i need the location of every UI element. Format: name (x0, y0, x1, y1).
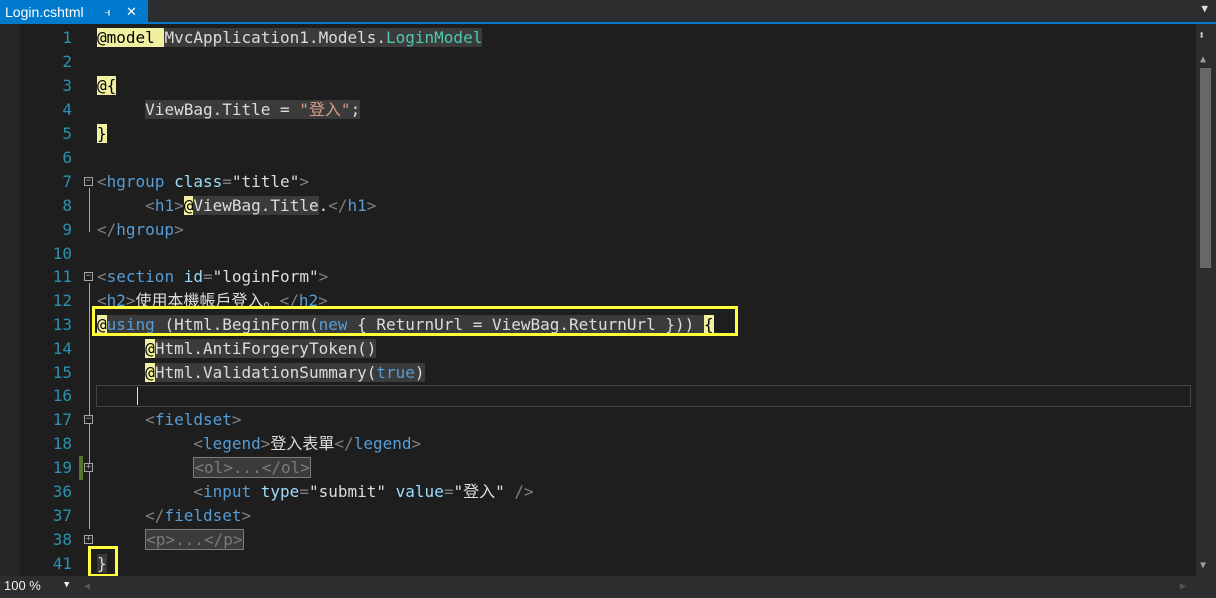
zoom-dropdown-icon[interactable]: ▼ (64, 580, 69, 590)
line-number: 3 (62, 76, 72, 95)
collapsed-region-ol[interactable]: <ol>...</ol> (193, 457, 311, 478)
line-number: 11 (52, 267, 72, 286)
pin-icon[interactable]: ⫣ (104, 0, 111, 24)
code-line-15[interactable]: @Html.ValidationSummary(true) (97, 361, 425, 385)
code-line-18[interactable]: <legend>登入表單</legend> (97, 432, 421, 456)
line-number: 18 (52, 434, 72, 453)
line-number: 13 (52, 315, 72, 334)
expand-icon[interactable]: + (84, 535, 93, 544)
code-line-19[interactable]: <ol>...</ol> (97, 456, 311, 480)
current-line-highlight (96, 385, 1191, 407)
code-line-37[interactable]: </fieldset> (97, 504, 251, 528)
line-number: 5 (62, 124, 72, 143)
editor-bottom-bar: 100 % ▼ ◀ ▶ (0, 576, 1216, 598)
close-icon[interactable]: ✕ (126, 0, 137, 24)
zoom-level[interactable]: 100 % (4, 578, 41, 593)
line-number: 4 (62, 100, 72, 119)
change-indicator (79, 456, 83, 480)
vertical-scrollbar[interactable]: ⬍ ▲ ▼ (1196, 24, 1216, 576)
line-number: 15 (52, 363, 72, 382)
line-number: 17 (52, 410, 72, 429)
line-number: 14 (52, 339, 72, 358)
scroll-up-icon[interactable]: ▲ (1200, 54, 1206, 65)
scroll-right-icon[interactable]: ▶ (1180, 581, 1186, 592)
line-number: 36 (52, 482, 72, 501)
code-line-14[interactable]: @Html.AntiForgeryToken() (97, 337, 377, 361)
code-line-8[interactable]: <h1>@ViewBag.Title.</h1> (97, 194, 376, 218)
splitter-icon[interactable]: ⬍ (1198, 28, 1205, 42)
code-line-4[interactable]: ViewBag.Title = "登入"; (97, 98, 361, 122)
line-number: 16 (52, 386, 72, 405)
code-line-7[interactable]: <hgroup class="title"> (97, 170, 309, 194)
line-number: 37 (52, 506, 72, 525)
code-line-38[interactable]: <p>...</p> (97, 528, 244, 552)
tab-title: Login.cshtml (5, 4, 84, 20)
text-caret (137, 387, 138, 405)
line-number: 38 (52, 530, 72, 549)
annotation-highlight-using (92, 306, 738, 336)
code-editor[interactable]: 1 @model MvcApplication1.Models.LoginMod… (0, 24, 1196, 576)
annotation-highlight-brace (88, 546, 118, 576)
line-number: 2 (62, 52, 72, 71)
line-number: 7 (62, 172, 72, 191)
collapse-icon[interactable]: − (84, 272, 93, 281)
tab-overflow-dropdown-icon[interactable]: ▼ (1201, 2, 1208, 15)
line-number: 10 (52, 244, 72, 263)
code-line-5[interactable]: } (97, 122, 107, 146)
line-number: 9 (62, 220, 72, 239)
code-line-9[interactable]: </hgroup> (97, 218, 184, 242)
scrollbar-thumb[interactable] (1200, 68, 1211, 268)
line-number: 41 (52, 554, 72, 573)
collapsed-region-p[interactable]: <p>...</p> (145, 529, 244, 550)
line-number: 8 (62, 196, 72, 215)
code-line-1[interactable]: @model MvcApplication1.Models.LoginModel (97, 26, 483, 50)
collapse-icon[interactable]: − (84, 415, 93, 424)
code-line-36[interactable]: <input type="submit" value="登入" /> (97, 480, 533, 504)
line-number: 1 (62, 28, 72, 47)
code-line-17[interactable]: <fieldset> (97, 408, 241, 432)
scroll-down-icon[interactable]: ▼ (1200, 560, 1206, 571)
code-line-3[interactable]: @{ (97, 74, 117, 98)
tab-login-cshtml[interactable]: Login.cshtml ⫣ ✕ (0, 0, 148, 24)
scroll-left-icon[interactable]: ◀ (84, 581, 90, 592)
document-tab-strip: Login.cshtml ⫣ ✕ ▼ (0, 0, 1216, 24)
collapse-icon[interactable]: − (84, 177, 93, 186)
line-number: 12 (52, 291, 72, 310)
code-line-11[interactable]: <section id="loginForm"> (97, 265, 328, 289)
line-number: 19 (52, 458, 72, 477)
line-number: 6 (62, 148, 72, 167)
expand-icon[interactable]: + (84, 463, 93, 472)
